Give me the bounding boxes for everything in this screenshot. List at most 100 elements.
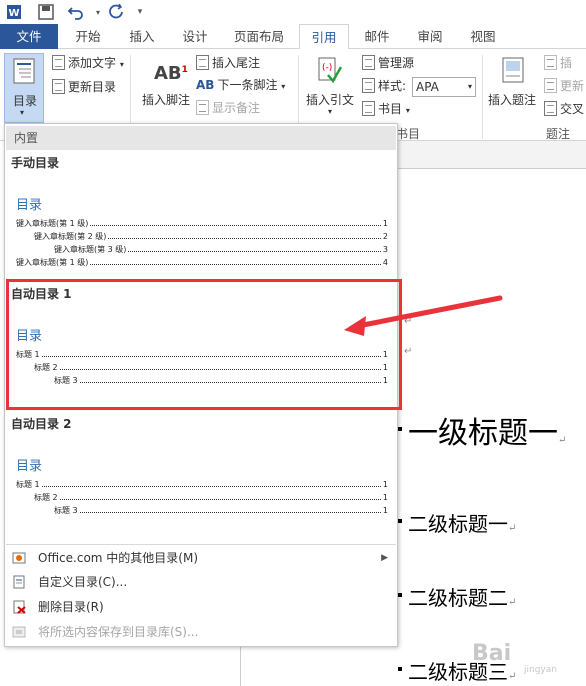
insert-caption-button[interactable]: 插入题注 xyxy=(486,53,540,123)
bibliography-icon xyxy=(362,101,375,116)
group-label-captions: 题注 xyxy=(546,127,571,141)
toc-option-manual[interactable]: 手动目录 目录 键入章标题(第 1 级) 1 键入章标题(第 2 级) 2 键入章标… xyxy=(6,152,396,280)
toc-preview-row: 标题 11 xyxy=(16,480,388,489)
svg-text:W: W xyxy=(8,8,19,19)
tab-design[interactable]: 设计 xyxy=(170,24,220,49)
toc-button[interactable]: 目录 ▾ xyxy=(4,53,44,123)
toc-icon xyxy=(13,575,25,589)
cross-reference-button[interactable]: 交叉 xyxy=(544,99,584,119)
style-icon xyxy=(362,78,375,93)
insert-citation-button[interactable]: (-) 插入引文 ▾ xyxy=(302,53,358,123)
svg-text:Bai: Bai xyxy=(472,641,511,666)
insert-endnote-label: 插入尾注 xyxy=(212,56,261,70)
insert-footnote-button[interactable]: AB1 插入脚注 xyxy=(136,53,196,123)
manage-sources-button[interactable]: 管理源 xyxy=(362,53,414,73)
heading-level-1-text: 一级标题一 xyxy=(408,416,558,451)
toc-option-title: 自动目录 2 xyxy=(11,417,72,431)
paragraph-mark: ↵ xyxy=(404,346,413,357)
heading-level-2[interactable]: 二级标题二↵ xyxy=(408,582,516,611)
toc-preview-heading: 目录 xyxy=(16,459,43,474)
footnote-icon: AB1 xyxy=(154,63,188,84)
next-footnote-icon: AB xyxy=(196,78,215,92)
watermark: Bai jingyan xyxy=(470,632,580,676)
undo-dropdown-icon[interactable]: ▾ xyxy=(88,2,108,22)
table-figures-icon xyxy=(544,55,557,70)
toc-option-automatic-2[interactable]: 自动目录 2 目录 标题 11 标题 21 标题 31 xyxy=(6,412,396,540)
chevron-down-icon: ▾ xyxy=(328,107,333,116)
office-icon xyxy=(12,552,26,564)
bibliography-label: 书目 xyxy=(378,102,403,116)
heading-bullet xyxy=(398,427,402,431)
caption-right-3: 交叉 xyxy=(560,102,585,116)
custom-toc-item[interactable]: 自定义目录(C)... xyxy=(6,570,396,594)
tab-review[interactable]: 审阅 xyxy=(405,24,455,49)
insert-endnote-button[interactable]: 插入尾注 xyxy=(196,53,260,73)
citation-icon: (-) xyxy=(318,57,342,84)
menu-item-label: 将所选内容保存到目录库(S)... xyxy=(38,625,199,639)
endnote-icon xyxy=(196,55,209,70)
save-selection-to-gallery-item[interactable]: 将所选内容保存到目录库(S)... xyxy=(6,620,396,644)
save-selection-icon xyxy=(12,626,26,638)
update-table-button[interactable]: 更新 xyxy=(544,76,584,96)
gallery-header: 内置 xyxy=(6,126,396,150)
insert-citation-label: 插入引文 xyxy=(306,93,355,107)
menu-item-label: Office.com 中的其他目录(M) xyxy=(38,551,199,565)
manage-sources-icon xyxy=(362,55,375,70)
group-label-citations: 书目 xyxy=(396,127,421,141)
tab-home[interactable]: 开始 xyxy=(63,24,113,49)
style-selector: 样式: xyxy=(362,76,406,96)
tab-view[interactable]: 视图 xyxy=(458,24,508,49)
update-table-icon xyxy=(544,78,557,93)
show-notes-button[interactable]: 显示备注 xyxy=(196,98,260,118)
heading-level-2-text: 二级标题一 xyxy=(408,512,508,536)
remove-toc-item[interactable]: 删除目录(R) xyxy=(6,595,396,619)
save-icon[interactable] xyxy=(36,2,56,22)
caption-right-2: 更新 xyxy=(560,79,585,93)
chevron-down-icon: ▾ xyxy=(467,82,472,91)
submenu-arrow-icon: ▶ xyxy=(381,553,388,563)
tab-insert[interactable]: 插入 xyxy=(117,24,167,49)
bibliography-button[interactable]: 书目 ▾ xyxy=(362,99,410,119)
update-toc-label: 更新目录 xyxy=(68,80,117,94)
show-notes-icon xyxy=(196,100,209,115)
tab-layout[interactable]: 页面布局 xyxy=(224,24,294,49)
customize-icon[interactable]: ▾ xyxy=(130,2,150,22)
svg-text:jingyan: jingyan xyxy=(523,665,557,675)
tab-file[interactable]: 文件 xyxy=(0,24,58,49)
office-more-tocs-item[interactable]: Office.com 中的其他目录(M) ▶ xyxy=(6,546,396,570)
delete-toc-icon xyxy=(13,600,26,614)
add-text-label: 添加文字 xyxy=(68,56,117,70)
menu-separator xyxy=(6,544,396,545)
menu-item-label: 删除目录(R) xyxy=(38,600,104,614)
add-text-icon xyxy=(52,55,65,70)
toc-preview-heading: 目录 xyxy=(16,198,43,213)
insert-footnote-label: 插入脚注 xyxy=(142,93,191,107)
heading-bullet xyxy=(398,519,402,523)
toc-preview-row: 标题 21 xyxy=(34,493,388,502)
manage-sources-label: 管理源 xyxy=(378,56,415,70)
paragraph-mark: ↵ xyxy=(508,523,517,534)
style-label: 样式: xyxy=(378,79,407,93)
tab-mailings[interactable]: 邮件 xyxy=(352,24,402,49)
toc-icon xyxy=(13,58,35,84)
style-dropdown[interactable]: APA ▾ xyxy=(412,77,476,97)
heading-level-1[interactable]: 一级标题一↵ xyxy=(408,408,566,452)
chevron-down-icon: ▾ xyxy=(20,108,25,117)
style-value: APA xyxy=(416,80,439,94)
update-toc-button[interactable]: 更新目录 xyxy=(52,77,116,97)
ruler xyxy=(397,141,586,169)
insert-table-figures-button[interactable]: 插 xyxy=(544,53,572,73)
caption-icon xyxy=(502,57,524,83)
next-footnote-button[interactable]: AB 下一条脚注 ▾ xyxy=(196,75,285,95)
group-separator xyxy=(482,55,483,139)
heading-bullet xyxy=(398,667,402,671)
paragraph-mark: ↵ xyxy=(508,597,517,608)
undo-icon[interactable] xyxy=(66,2,86,22)
insert-caption-label: 插入题注 xyxy=(488,93,537,107)
menu-item-label: 自定义目录(C)... xyxy=(38,575,128,589)
redo-icon[interactable] xyxy=(106,2,126,22)
tab-references[interactable]: 引用 xyxy=(299,24,349,50)
heading-level-2[interactable]: 二级标题一↵ xyxy=(408,508,516,537)
add-text-button[interactable]: 添加文字 ▾ xyxy=(52,53,124,73)
caption-right-1: 插 xyxy=(560,56,573,70)
